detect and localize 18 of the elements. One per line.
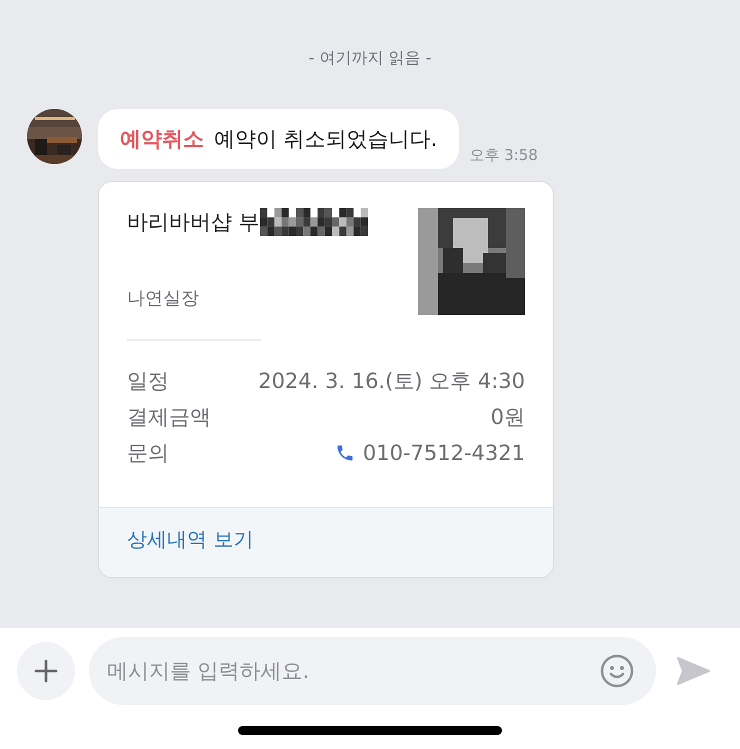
- detail-value: 0원: [490, 404, 525, 431]
- phone-icon: [334, 443, 355, 463]
- plus-icon: [34, 659, 58, 683]
- details-link[interactable]: 상세내역 보기: [127, 527, 254, 551]
- detail-value: 2024. 3. 16.(토) 오후 4:30: [258, 368, 525, 395]
- detail-label: 일정: [127, 368, 169, 395]
- read-marker: - 여기까지 읽음 -: [308, 48, 432, 69]
- smiley-icon[interactable]: [600, 654, 634, 688]
- phone-number[interactable]: 010-7512-4321: [362, 441, 525, 465]
- message-time: 오후 3:58: [469, 146, 538, 165]
- detail-label: 결제금액: [127, 404, 211, 431]
- send-button[interactable]: [676, 656, 710, 686]
- staff-name: 나연실장: [127, 287, 200, 310]
- message-input[interactable]: 메시지를 입력하세요.: [89, 637, 656, 705]
- send-icon: [676, 656, 710, 686]
- shop-name: 바리바버샵 부: [127, 209, 260, 236]
- message-bubble: 예약취소 예약이 취소되었습니다.: [98, 109, 460, 169]
- detail-label: 문의: [127, 440, 169, 467]
